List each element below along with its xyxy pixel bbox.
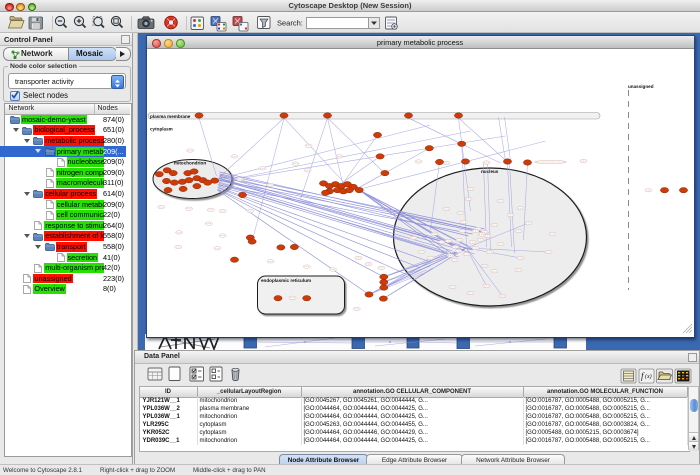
svg-text:cytoplasm: cytoplasm xyxy=(150,127,173,132)
svg-text:(x): (x) xyxy=(645,373,652,380)
svg-text:endoplasmic reticulum: endoplasmic reticulum xyxy=(261,278,311,283)
svg-text:unassigned: unassigned xyxy=(628,84,654,89)
svg-text:mitochondrion: mitochondrion xyxy=(174,161,206,166)
svg-text:Search:: Search: xyxy=(277,19,303,28)
svg-text:plasma membrane: plasma membrane xyxy=(150,114,191,119)
